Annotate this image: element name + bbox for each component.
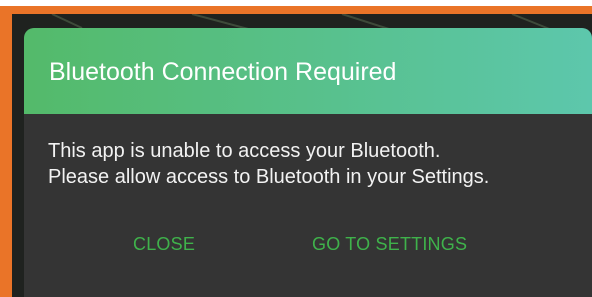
go-to-settings-button[interactable]: GO TO SETTINGS bbox=[312, 232, 467, 256]
dialog-message-line-1: This app is unable to access your Blueto… bbox=[48, 140, 441, 162]
close-button[interactable]: CLOSE bbox=[133, 232, 195, 256]
dialog-message-line-2: Please allow access to Bluetooth in your… bbox=[48, 166, 490, 188]
dialog-header: Bluetooth Connection Required bbox=[24, 28, 592, 114]
bluetooth-permission-dialog: Bluetooth Connection Required This app i… bbox=[24, 28, 592, 297]
dialog-message: This app is unable to access your Blueto… bbox=[48, 138, 578, 190]
dialog-title: Bluetooth Connection Required bbox=[49, 58, 397, 86]
dialog-actions: CLOSE GO TO SETTINGS bbox=[24, 232, 592, 262]
